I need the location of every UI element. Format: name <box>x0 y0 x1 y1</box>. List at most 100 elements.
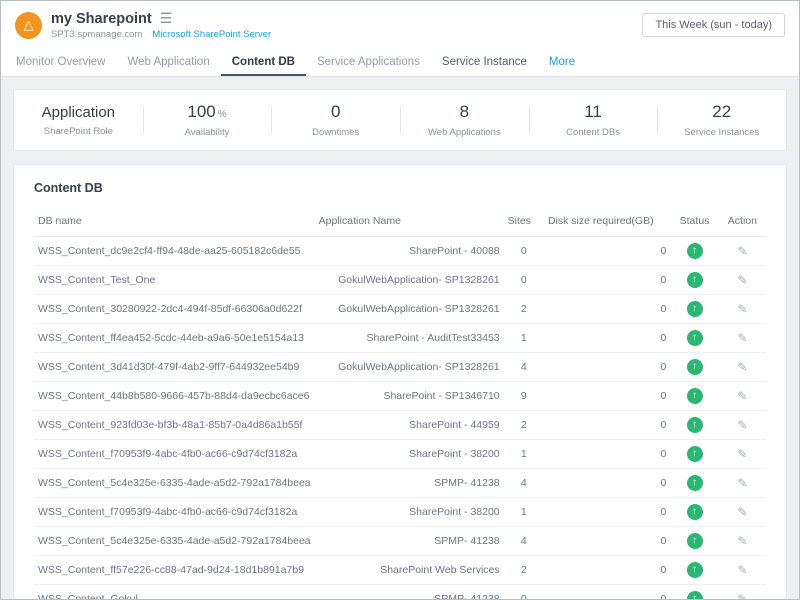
stat-sharepoint-role: Application SharePoint Role <box>14 90 143 150</box>
db-name-cell: WSS_Content_3d41d30f-479f-4ab2-9ff7-6449… <box>34 353 315 382</box>
time-range-dropdown[interactable]: This Week (sun - today) <box>642 13 785 37</box>
status-cell: ↑ <box>670 295 718 324</box>
status-up-icon: ↑ <box>687 388 703 404</box>
sites-cell: 2 <box>504 295 544 324</box>
status-cell: ↑ <box>670 324 718 353</box>
tab-content-db[interactable]: Content DB <box>221 49 306 76</box>
tab-service-instance[interactable]: Service Instance <box>431 49 538 76</box>
stat-value: 22 <box>712 102 731 122</box>
disk-size-cell: 0 <box>544 324 670 353</box>
stat-availability: 100% Availability <box>143 90 272 150</box>
table-row: WSS_Content_44b8b580-9666-457b-88d4-da9e… <box>34 382 766 411</box>
application-name-cell: SharePoint - SP1346710 <box>315 382 504 411</box>
status-up-icon: ↑ <box>687 504 703 520</box>
status-up-icon: ↑ <box>687 272 703 288</box>
application-name-cell: GokulWebApplication- SP1328261 <box>315 295 504 324</box>
stat-value: 100% <box>187 102 226 122</box>
edit-icon[interactable]: ✎ <box>737 360 747 374</box>
stat-label: Content DBs <box>566 127 620 138</box>
edit-icon[interactable]: ✎ <box>737 331 747 345</box>
stat-label: Downtimes <box>312 127 359 138</box>
content-db-table: DB name Application Name Sites Disk size… <box>34 207 766 599</box>
sites-cell: 4 <box>504 527 544 556</box>
status-up-icon: ↑ <box>687 359 703 375</box>
status-cell: ↑ <box>670 353 718 382</box>
status-up-icon: ↑ <box>687 591 703 599</box>
action-cell: ✎ <box>719 411 766 440</box>
server-type-link[interactable]: Microsoft SharePoint Server <box>152 29 271 40</box>
edit-icon[interactable]: ✎ <box>737 505 747 519</box>
edit-icon[interactable]: ✎ <box>737 563 747 577</box>
disk-size-cell: 0 <box>544 382 670 411</box>
summary-stats-card: Application SharePoint Role 100% Availab… <box>13 89 787 151</box>
application-name-cell: SharePoint Web Services <box>315 556 504 585</box>
status-up-icon: ↑ <box>687 330 703 346</box>
edit-icon[interactable]: ✎ <box>737 592 747 599</box>
action-cell: ✎ <box>719 556 766 585</box>
sites-cell: 0 <box>504 585 544 600</box>
edit-icon[interactable]: ✎ <box>737 273 747 287</box>
disk-size-cell: 0 <box>544 498 670 527</box>
status-up-icon: ↑ <box>687 417 703 433</box>
stat-label: Availability <box>185 127 230 138</box>
action-cell: ✎ <box>719 527 766 556</box>
application-name-cell: SharePoint - 44959 <box>315 411 504 440</box>
table-row: WSS_Content_3d41d30f-479f-4ab2-9ff7-6449… <box>34 353 766 382</box>
col-header-application-name: Application Name <box>315 207 504 237</box>
action-cell: ✎ <box>719 440 766 469</box>
stat-web-applications: 8 Web Applications <box>400 90 529 150</box>
status-up-icon: ↑ <box>687 301 703 317</box>
stat-label: SharePoint Role <box>44 126 113 137</box>
edit-icon[interactable]: ✎ <box>737 534 747 548</box>
hamburger-menu-icon[interactable]: ☰ <box>160 10 173 27</box>
db-name-cell: WSS_Content_f70953f9-4abc-4fb0-ac66-c9d7… <box>34 440 315 469</box>
stat-label: Web Applications <box>428 127 501 138</box>
disk-size-cell: 0 <box>544 295 670 324</box>
status-cell: ↑ <box>670 556 718 585</box>
action-cell: ✎ <box>719 266 766 295</box>
edit-icon[interactable]: ✎ <box>737 389 747 403</box>
page-title: my Sharepoint <box>51 11 152 27</box>
stat-label: Service Instances <box>684 127 759 138</box>
db-name-cell: WSS_Content_Gokul <box>34 585 315 600</box>
stat-service-instances: 22 Service Instances <box>657 90 786 150</box>
app-window: △ my Sharepoint ☰ SPT3.spmanage.com Micr… <box>0 0 800 600</box>
edit-icon[interactable]: ✎ <box>737 476 747 490</box>
action-cell: ✎ <box>719 498 766 527</box>
content-db-table-body: WSS_Content_dc9e2cf4-ff94-48de-aa25-6051… <box>34 237 766 600</box>
status-up-icon: ↑ <box>687 533 703 549</box>
table-header-row: DB name Application Name Sites Disk size… <box>34 207 766 237</box>
disk-size-cell: 0 <box>544 585 670 600</box>
action-cell: ✎ <box>719 237 766 266</box>
edit-icon[interactable]: ✎ <box>737 418 747 432</box>
tab-service-applications[interactable]: Service Applications <box>306 49 431 76</box>
edit-icon[interactable]: ✎ <box>737 447 747 461</box>
tab-monitor-overview[interactable]: Monitor Overview <box>5 49 116 76</box>
status-cell: ↑ <box>670 585 718 600</box>
action-cell: ✎ <box>719 469 766 498</box>
status-cell: ↑ <box>670 411 718 440</box>
stat-value: Application <box>42 104 115 121</box>
tab-more[interactable]: More <box>538 49 586 76</box>
content-db-card: Content DB DB name Application Name Site… <box>13 164 787 599</box>
stat-content-dbs: 11 Content DBs <box>529 90 658 150</box>
action-cell: ✎ <box>719 295 766 324</box>
db-name-cell: WSS_Content_ff4ea452-5cdc-44eb-a9a6-50e1… <box>34 324 315 353</box>
table-row: WSS_Content_30280922-2dc4-494f-85df-6630… <box>34 295 766 324</box>
disk-size-cell: 0 <box>544 411 670 440</box>
status-up-icon: ↑ <box>687 446 703 462</box>
table-row: WSS_Content_ff4ea452-5cdc-44eb-a9a6-50e1… <box>34 324 766 353</box>
col-header-db-name: DB name <box>34 207 315 237</box>
action-cell: ✎ <box>719 585 766 600</box>
edit-icon[interactable]: ✎ <box>737 244 747 258</box>
application-name-cell: GokulWebApplication- SP1328261 <box>315 353 504 382</box>
application-name-cell: SharePoint - 38200 <box>315 498 504 527</box>
sites-cell: 1 <box>504 324 544 353</box>
application-name-cell: SharePoint - 38200 <box>315 440 504 469</box>
edit-icon[interactable]: ✎ <box>737 302 747 316</box>
status-cell: ↑ <box>670 527 718 556</box>
db-name-cell: WSS_Content_923fd03e-bf3b-48a1-85b7-0a4d… <box>34 411 315 440</box>
tab-web-application[interactable]: Web Application <box>116 49 220 76</box>
disk-size-cell: 0 <box>544 237 670 266</box>
db-name-cell: WSS_Content_5c4e325e-6335-4ade-a5d2-792a… <box>34 527 315 556</box>
